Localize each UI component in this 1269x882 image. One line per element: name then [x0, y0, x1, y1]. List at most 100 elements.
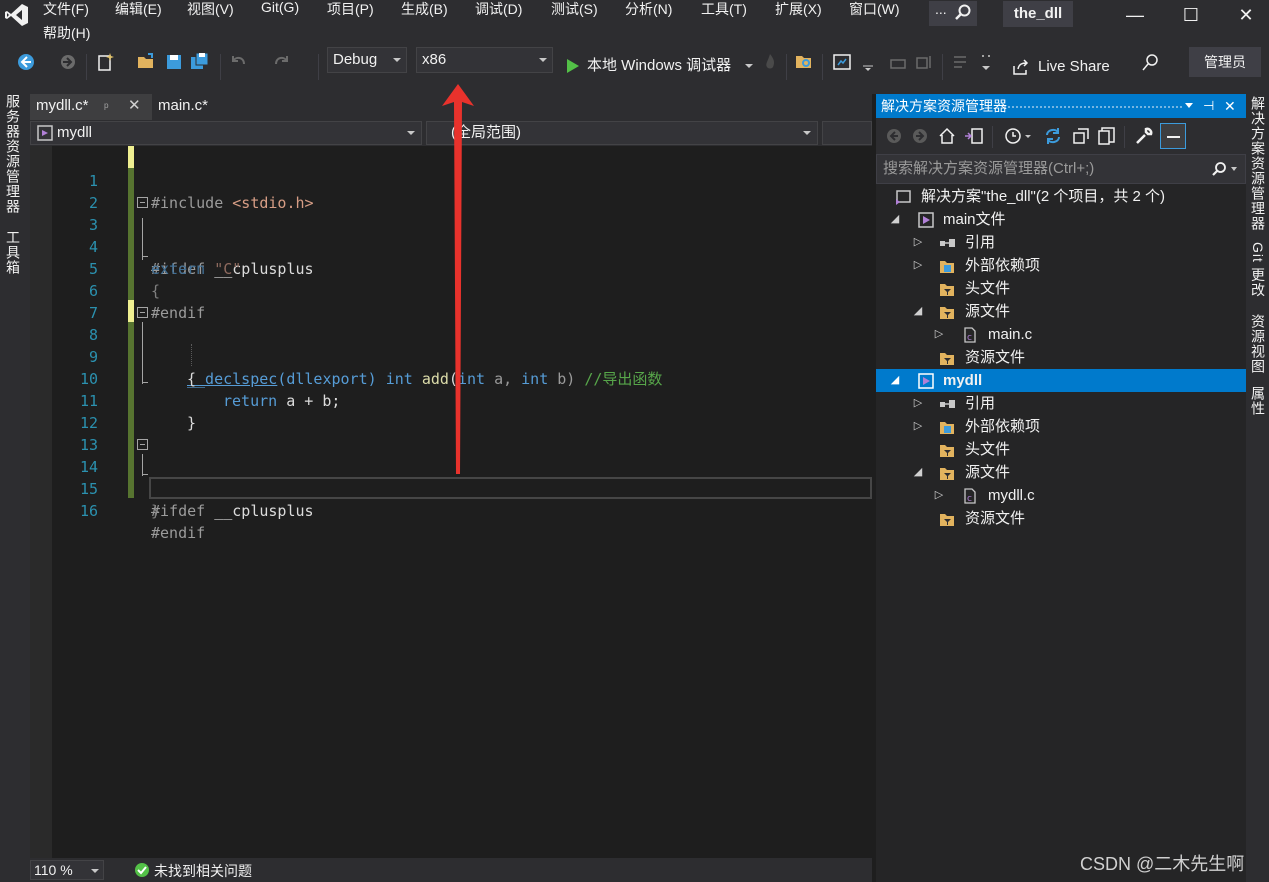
close-icon[interactable]: ✕ [1224, 94, 1236, 118]
tab-git-changes[interactable]: Git 更改 [1248, 242, 1268, 298]
solution-explorer-search-input[interactable]: 搜索解决方案资源管理器(Ctrl+;) [876, 154, 1246, 184]
project-dropdown[interactable]: mydll [30, 121, 422, 145]
tree-item-project[interactable]: ◢ main文件 [876, 208, 1246, 231]
expanded-arrow-icon[interactable]: ◢ [912, 461, 924, 484]
navigate-forward-icon[interactable] [58, 52, 78, 72]
open-folder-icon[interactable] [136, 52, 156, 72]
tree-item-mydll-c[interactable]: ▷ c mydll.c [876, 484, 1246, 507]
forward-icon[interactable] [912, 128, 928, 144]
show-all-files-icon[interactable] [1098, 127, 1116, 145]
collapse-icon[interactable] [137, 439, 148, 450]
menu-build[interactable]: 生成(B) [401, 0, 448, 19]
tab-resource-view[interactable]: 资源视图 [1248, 314, 1268, 374]
member-dropdown[interactable] [822, 121, 872, 145]
menu-analyze[interactable]: 分析(N) [625, 0, 672, 19]
expanded-arrow-icon[interactable]: ◢ [912, 300, 924, 323]
switch-views-icon[interactable] [964, 127, 984, 145]
global-search-button[interactable]: ... [929, 1, 977, 26]
pending-changes-filter-icon[interactable] [1004, 127, 1032, 145]
collapse-all-icon[interactable] [1072, 127, 1090, 145]
tab-toolbox[interactable]: 工具箱 [3, 230, 23, 275]
sync-icon[interactable] [1044, 127, 1062, 145]
save-icon[interactable] [164, 52, 184, 72]
scope-dropdown[interactable]: (全局范围) [426, 121, 818, 145]
administrator-badge[interactable]: 管理员 [1189, 47, 1261, 77]
chevron-down-icon [91, 869, 99, 873]
tree-item-external-deps[interactable]: ▷ 外部依赖项 [876, 415, 1246, 438]
menu-file[interactable]: 文件(F) [43, 0, 89, 19]
configuration-dropdown[interactable]: Debug [327, 47, 407, 73]
properties-wrench-icon[interactable] [1134, 126, 1154, 146]
maximize-button[interactable]: ☐ [1169, 0, 1213, 30]
navigate-back-icon[interactable] [16, 52, 36, 72]
menu-debug[interactable]: 调试(D) [475, 0, 522, 19]
tree-item-resource-files[interactable]: 资源文件 [876, 346, 1246, 369]
tree-item-resource-files[interactable]: 资源文件 [876, 507, 1246, 530]
collapsed-arrow-icon[interactable]: ▷ [912, 254, 924, 277]
tree-item-external-deps[interactable]: ▷ 外部依赖项 [876, 254, 1246, 277]
c-file-icon: c [964, 327, 976, 343]
browser-link-icon[interactable] [832, 52, 852, 72]
issues-status[interactable]: 未找到相关问题 [154, 861, 252, 881]
collapsed-arrow-icon[interactable]: ▷ [912, 231, 924, 254]
save-all-icon[interactable] [190, 52, 210, 72]
menu-view[interactable]: 视图(V) [187, 0, 234, 19]
redo-icon[interactable] [272, 52, 292, 72]
tab-solution-explorer[interactable]: 解决方案资源管理器 [1248, 96, 1268, 231]
menu-tools[interactable]: 工具(T) [701, 0, 747, 19]
menu-help[interactable]: 帮助(H) [43, 23, 90, 43]
menu-test[interactable]: 测试(S) [551, 0, 598, 19]
close-window-button[interactable]: ✕ [1224, 0, 1268, 30]
tab-mydll-c[interactable]: mydll.c* ᵖ ✕ [30, 94, 152, 120]
tree-item-references[interactable]: ▷ 引用 [876, 392, 1246, 415]
chevron-down-icon [407, 131, 415, 135]
pin-icon[interactable]: ᵖ [104, 95, 109, 119]
comment-lines-icon[interactable] [950, 52, 970, 72]
new-item-icon[interactable] [96, 52, 116, 72]
collapsed-arrow-icon[interactable]: ▷ [912, 392, 924, 415]
minimize-button[interactable]: — [1113, 0, 1157, 30]
tree-item-header-files[interactable]: 头文件 [876, 277, 1246, 300]
tab-server-explorer[interactable]: 服务器资源管理器 [3, 94, 23, 214]
preview-selected-items-button[interactable] [1160, 123, 1186, 149]
zoom-dropdown[interactable]: 110 % [30, 860, 104, 880]
tree-item-source-files[interactable]: ◢ 源文件 [876, 300, 1246, 323]
hot-reload-icon[interactable] [760, 52, 780, 72]
expanded-arrow-icon[interactable]: ◢ [889, 208, 901, 231]
collapsed-arrow-icon[interactable]: ▷ [912, 415, 924, 438]
collapse-icon[interactable] [137, 307, 148, 318]
auto-hide-pin-icon[interactable]: ⊣ [1203, 94, 1214, 118]
platform-dropdown[interactable]: x86 [416, 47, 553, 73]
tree-item-header-files[interactable]: 头文件 [876, 438, 1246, 461]
collapse-icon[interactable] [137, 197, 148, 208]
tab-main-c[interactable]: main.c* [152, 94, 232, 120]
watermark: CSDN @二木先生啊 [1080, 854, 1245, 874]
tree-item-project-selected[interactable]: ◢ mydll [876, 369, 1246, 392]
tree-item-solution[interactable]: 解决方案"the_dll"(2 个项目，共 2 个) [876, 185, 1246, 208]
menu-window[interactable]: 窗口(W) [849, 0, 900, 19]
expanded-arrow-icon[interactable]: ◢ [889, 369, 901, 392]
chevron-down-icon[interactable] [1231, 167, 1237, 171]
collapsed-arrow-icon[interactable]: ▷ [933, 484, 945, 507]
tab-properties[interactable]: 属性 [1248, 386, 1268, 416]
menu-edit[interactable]: 编辑(E) [115, 0, 162, 19]
back-icon[interactable] [886, 128, 902, 144]
tree-item-source-files[interactable]: ◢ 源文件 [876, 461, 1246, 484]
menu-extensions[interactable]: 扩展(X) [775, 0, 822, 19]
find-in-files-icon[interactable] [794, 52, 814, 72]
home-icon[interactable] [938, 127, 956, 145]
step-into-icon[interactable] [888, 52, 908, 72]
undo-icon[interactable] [228, 52, 248, 72]
panel-title: 解决方案资源管理器 [881, 98, 1007, 114]
step-over-icon[interactable] [914, 52, 934, 72]
menu-project[interactable]: 项目(P) [327, 0, 374, 19]
chevron-down-icon[interactable] [858, 52, 878, 72]
tree-item-references[interactable]: ▷ 引用 [876, 231, 1246, 254]
toolbar-overflow-icon[interactable] [976, 52, 996, 72]
feedback-icon[interactable] [1141, 53, 1161, 73]
tree-item-main-c[interactable]: ▷ c main.c [876, 323, 1246, 346]
collapsed-arrow-icon[interactable]: ▷ [933, 323, 945, 346]
menu-git[interactable]: Git(G) [261, 0, 299, 15]
window-menu-chevron-icon[interactable] [1185, 103, 1193, 108]
close-icon[interactable]: ✕ [128, 94, 141, 118]
